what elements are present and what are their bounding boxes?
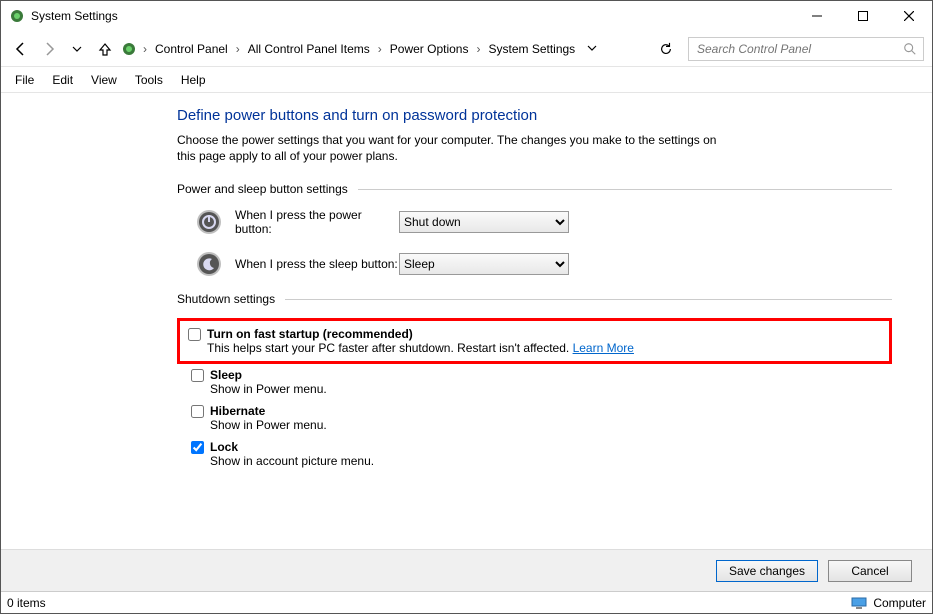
- search-icon: [903, 42, 917, 56]
- fast-startup-desc: This helps start your PC faster after sh…: [207, 341, 634, 355]
- menu-tools[interactable]: Tools: [127, 71, 171, 89]
- breadcrumb-power-options[interactable]: Power Options: [386, 40, 473, 58]
- hibernate-checkbox-desc: Show in Power menu.: [210, 418, 327, 432]
- breadcrumb-dropdown-icon[interactable]: [587, 42, 597, 56]
- fast-startup-title: Turn on fast startup (recommended): [207, 327, 634, 341]
- refresh-button[interactable]: [654, 37, 678, 61]
- fast-startup-row: Turn on fast startup (recommended) This …: [188, 327, 881, 355]
- menu-help[interactable]: Help: [173, 71, 214, 89]
- power-button-icon: [195, 208, 223, 236]
- breadcrumb: › Control Panel › All Control Panel Item…: [121, 40, 650, 58]
- content-area: Define power buttons and turn on passwor…: [1, 93, 932, 549]
- chevron-right-icon[interactable]: ›: [376, 42, 384, 56]
- close-button[interactable]: [886, 1, 932, 31]
- menubar: File Edit View Tools Help: [1, 67, 932, 93]
- window-title: System Settings: [31, 9, 118, 23]
- sleep-button-select[interactable]: Sleep: [399, 253, 569, 275]
- minimize-button[interactable]: [794, 1, 840, 31]
- chevron-right-icon[interactable]: ›: [234, 42, 242, 56]
- lock-checkbox[interactable]: [191, 441, 204, 454]
- shutdown-section-header: Shutdown settings: [177, 292, 892, 306]
- back-button[interactable]: [9, 37, 33, 61]
- hibernate-checkbox[interactable]: [191, 405, 204, 418]
- power-options-path-icon: [121, 41, 137, 57]
- sleep-checkbox-row: Sleep Show in Power menu.: [191, 368, 892, 396]
- power-sleep-section-header: Power and sleep button settings: [177, 182, 892, 196]
- forward-button[interactable]: [37, 37, 61, 61]
- button-bar: Save changes Cancel: [1, 549, 932, 591]
- learn-more-link[interactable]: Learn More: [573, 341, 634, 355]
- search-input[interactable]: [695, 41, 903, 57]
- titlebar: System Settings: [1, 1, 932, 31]
- sleep-checkbox[interactable]: [191, 369, 204, 382]
- page-heading: Define power buttons and turn on passwor…: [177, 107, 892, 124]
- recent-locations-button[interactable]: [65, 37, 89, 61]
- lock-checkbox-row: Lock Show in account picture menu.: [191, 440, 892, 468]
- maximize-button[interactable]: [840, 1, 886, 31]
- up-button[interactable]: [93, 37, 117, 61]
- sleep-button-icon: [195, 250, 223, 278]
- hibernate-checkbox-row: Hibernate Show in Power menu.: [191, 404, 892, 432]
- sleep-checkbox-desc: Show in Power menu.: [210, 382, 327, 396]
- sleep-checkbox-title: Sleep: [210, 368, 327, 382]
- sleep-button-row: When I press the sleep button: Sleep: [195, 250, 892, 278]
- breadcrumb-all-items[interactable]: All Control Panel Items: [244, 40, 374, 58]
- power-options-app-icon: [9, 8, 25, 24]
- navigation-bar: › Control Panel › All Control Panel Item…: [1, 31, 932, 67]
- fast-startup-checkbox[interactable]: [188, 328, 201, 341]
- breadcrumb-control-panel[interactable]: Control Panel: [151, 40, 232, 58]
- lock-checkbox-title: Lock: [210, 440, 374, 454]
- statusbar-computer-label: Computer: [873, 596, 926, 610]
- breadcrumb-system-settings[interactable]: System Settings: [484, 40, 579, 58]
- save-changes-button[interactable]: Save changes: [716, 560, 818, 582]
- cancel-button[interactable]: Cancel: [828, 560, 912, 582]
- menu-edit[interactable]: Edit: [44, 71, 81, 89]
- statusbar-item-count: 0 items: [7, 596, 851, 610]
- search-box[interactable]: [688, 37, 924, 61]
- sleep-button-label: When I press the sleep button:: [235, 257, 399, 271]
- statusbar: 0 items Computer: [1, 591, 932, 613]
- hibernate-checkbox-title: Hibernate: [210, 404, 327, 418]
- fast-startup-highlight: Turn on fast startup (recommended) This …: [177, 318, 892, 364]
- menu-view[interactable]: View: [83, 71, 125, 89]
- power-button-label: When I press the power button:: [235, 208, 399, 236]
- menu-file[interactable]: File: [7, 71, 42, 89]
- lock-checkbox-desc: Show in account picture menu.: [210, 454, 374, 468]
- power-button-select[interactable]: Shut down: [399, 211, 569, 233]
- system-settings-window: System Settings › Control Panel › All Co…: [0, 0, 933, 614]
- chevron-right-icon[interactable]: ›: [474, 42, 482, 56]
- computer-icon: [851, 597, 867, 609]
- power-button-row: When I press the power button: Shut down: [195, 208, 892, 236]
- page-description: Choose the power settings that you want …: [177, 132, 737, 164]
- chevron-right-icon[interactable]: ›: [141, 42, 149, 56]
